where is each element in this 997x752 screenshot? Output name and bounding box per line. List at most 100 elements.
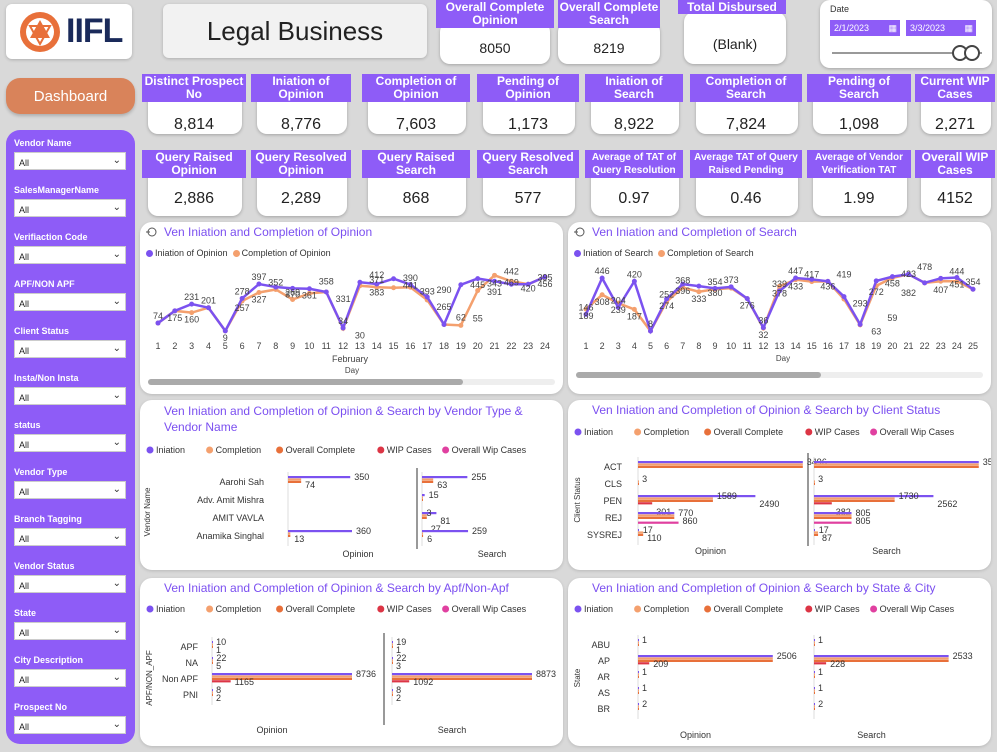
data-label: 36	[758, 316, 768, 326]
filter-dropdown[interactable]: All ⌄	[14, 575, 126, 593]
legend-item: Iniation	[584, 427, 613, 437]
data-label: 417	[804, 270, 819, 280]
legend-item: Overall Wip Cases	[880, 427, 955, 437]
chevron-down-icon: ⌄	[112, 672, 121, 683]
x-tick-label: 10	[726, 341, 736, 351]
focus-mode-icon[interactable]	[574, 226, 586, 238]
data-label: 252	[659, 290, 674, 300]
bar	[814, 512, 852, 515]
chevron-down-icon: ⌄	[112, 249, 121, 260]
bar	[814, 480, 815, 483]
bar	[422, 496, 423, 499]
bar	[638, 687, 639, 690]
data-label: 1	[642, 683, 647, 693]
filter-dropdown[interactable]: All ⌄	[14, 434, 126, 452]
filter-label: Client Status	[14, 326, 70, 336]
data-label: 2490	[759, 499, 779, 509]
calendar-icon[interactable]: ▦	[964, 23, 973, 34]
data-point	[841, 294, 847, 300]
category-label: AR	[597, 672, 610, 682]
bar	[212, 657, 213, 660]
bar	[638, 703, 639, 706]
data-label: 354	[707, 277, 722, 287]
x-tick-label: 3	[616, 341, 621, 351]
kpi-value: 577	[514, 190, 542, 207]
data-label: 469	[504, 277, 519, 287]
bar	[814, 662, 827, 665]
kpi-value: 8,814	[173, 116, 215, 133]
data-label: 110	[647, 533, 661, 543]
bar	[638, 463, 803, 466]
data-point	[631, 278, 637, 284]
data-point	[340, 325, 346, 331]
bar	[814, 516, 852, 519]
data-label: 2533	[953, 651, 973, 661]
data-point	[458, 282, 464, 288]
kpi-label: Query Raised Opinion	[142, 150, 246, 178]
data-label: 34	[338, 316, 348, 326]
bar	[638, 502, 653, 505]
scrollbar-thumb	[148, 379, 463, 385]
category-label: Aarohi Sah	[219, 477, 264, 487]
kpi-value: 2,886	[173, 190, 215, 207]
date-from-input[interactable]: 2/1/2023 ▦	[830, 20, 900, 36]
bar	[638, 655, 773, 658]
data-label: 358	[319, 277, 334, 287]
bar	[638, 641, 639, 644]
data-point	[256, 281, 262, 287]
kpi-label: Overall Complete Opinion	[436, 0, 554, 28]
kpi-label: Average of Vendor Verification TAT	[807, 150, 911, 178]
x-tick-label: 19	[456, 341, 466, 351]
filter-dropdown[interactable]: All ⌄	[14, 622, 126, 640]
calendar-icon[interactable]: ▦	[888, 23, 897, 34]
data-label: 2	[396, 693, 401, 703]
legend-item: Completion	[644, 427, 690, 437]
kpi-value: 8,776	[280, 116, 322, 133]
bar	[814, 531, 819, 534]
data-label: 378	[772, 288, 787, 298]
data-label: 8736	[356, 669, 376, 679]
x-tick-label: 19	[871, 341, 881, 351]
legend-item: Overall Wip Cases	[452, 445, 527, 455]
data-label: 231	[184, 292, 199, 302]
focus-mode-icon[interactable]	[146, 226, 158, 238]
chart-title: Ven Iniation and Completion of Opinion	[164, 225, 373, 239]
data-label: 187	[627, 311, 642, 321]
filter-dropdown[interactable]: All ⌄	[14, 199, 126, 217]
data-label: 8	[648, 319, 653, 329]
date-slider-handle[interactable]	[964, 45, 980, 61]
dashboard-button[interactable]: Dashboard	[6, 78, 135, 114]
filter-dropdown[interactable]: All ⌄	[14, 340, 126, 358]
x-tick-label: 2	[600, 341, 605, 351]
filter-vendor-name: Vendor Name All ⌄	[14, 138, 126, 170]
date-to-input[interactable]: 3/3/2023 ▦	[906, 20, 976, 36]
panel-label: Search	[438, 725, 467, 735]
filter-label: Vendor Status	[14, 561, 75, 571]
category-label: AS	[598, 688, 610, 698]
data-label: 204	[611, 295, 626, 305]
bar	[814, 705, 815, 708]
data-label: 228	[830, 659, 845, 669]
filter-vendor-type: Vendor Type All ⌄	[14, 467, 126, 499]
legend-dot	[870, 428, 878, 436]
bar	[814, 643, 815, 646]
filter-dropdown[interactable]: All ⌄	[14, 387, 126, 405]
data-label: 2	[216, 693, 221, 703]
panel-label: Search	[478, 549, 507, 559]
filter-dropdown[interactable]: All ⌄	[14, 246, 126, 264]
x-tick-label: 9	[290, 341, 295, 351]
filter-dropdown[interactable]: All ⌄	[14, 716, 126, 734]
filter-dropdown[interactable]: All ⌄	[14, 528, 126, 546]
filter-dropdown[interactable]: All ⌄	[14, 669, 126, 687]
chevron-down-icon: ⌄	[112, 531, 121, 542]
filter-dropdown[interactable]: All ⌄	[14, 293, 126, 311]
bar	[422, 532, 424, 535]
filter-client-status: Client Status All ⌄	[14, 326, 126, 358]
data-label: 805	[856, 516, 871, 526]
x-tick-label: 8	[273, 341, 278, 351]
legend-dot	[704, 605, 712, 613]
filter-dropdown[interactable]: All ⌄	[14, 481, 126, 499]
search-line-chart: 146189446308 2042394201878274252 396368333…	[576, 262, 983, 378]
data-label: 5	[216, 661, 221, 671]
filter-dropdown[interactable]: All ⌄	[14, 152, 126, 170]
